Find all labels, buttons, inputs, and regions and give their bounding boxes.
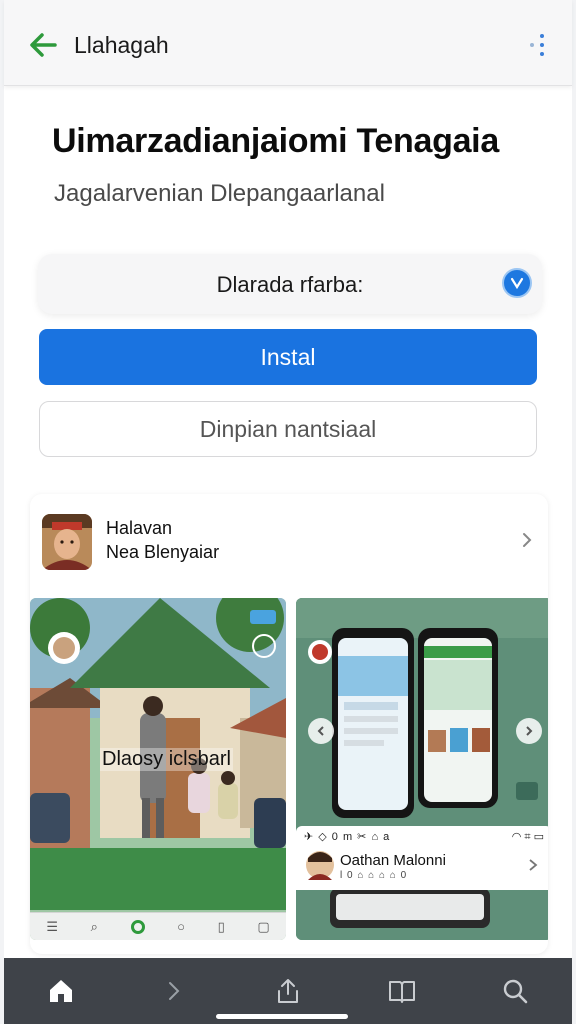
search-icon: ⌕ <box>90 918 98 934</box>
screenshot-caption: Dlaosy iclsbarl <box>100 748 233 771</box>
screenshot-2[interactable]: ✈ ◇ 0 m ✂ ⌂ a ◠ ⌗ ▭ Oathan Malonni l 0 ⌂… <box>296 598 548 940</box>
screenshot-1[interactable]: Dlaosy iclsbarl ☰ ⌕ ○ ▯ ▢ <box>30 598 286 940</box>
inner-status-icons: ◠ ⌗ ▭ <box>511 831 544 843</box>
chevron-right-icon <box>523 533 532 547</box>
option-selector[interactable]: Dlarada rfarba: <box>38 254 542 314</box>
nav-library[interactable] <box>378 967 426 1015</box>
inner-profile-card[interactable]: ✈ ◇ 0 m ✂ ⌂ a ◠ ⌗ ▭ Oathan Malonni l 0 ⌂… <box>296 826 548 890</box>
book-icon <box>388 981 415 1003</box>
previous-arrow[interactable] <box>308 718 334 744</box>
chevron-right-icon <box>526 726 533 736</box>
developer-card: Halavan Nea Blenyaiar Dlaosy iclsbarl ☰ … <box>30 494 548 954</box>
inner-profile-sub: l 0 ⌂ ⌂ ⌂ ⌂ 0 <box>340 870 408 881</box>
home-indicator[interactable] <box>216 1014 348 1019</box>
check-circle-icon <box>502 268 532 298</box>
author-name: Halavan <box>106 518 173 538</box>
author-row[interactable]: Halavan Nea Blenyaiar <box>30 494 548 590</box>
search-icon <box>503 979 528 1004</box>
nav-search[interactable] <box>491 967 539 1015</box>
inner-status-bar: ✈ ◇ 0 m ✂ ⌂ a <box>304 831 391 843</box>
avatar <box>306 851 334 880</box>
secondary-button[interactable]: Dinpian nantsiaal <box>39 401 537 457</box>
menu-icon: ☰ <box>46 918 58 934</box>
app-bar-title: Llahagah <box>74 32 169 58</box>
app-bar: Llahagah <box>4 0 572 86</box>
option-selector-label: Dlarada rfarba: <box>216 272 364 297</box>
nav-home[interactable] <box>37 967 85 1015</box>
more-options-button[interactable] <box>526 28 550 62</box>
page-title: Uimarzadianjaiomi Tenagaia <box>52 122 499 160</box>
avatar <box>42 514 92 570</box>
record-icon <box>130 919 145 934</box>
chevron-right-icon <box>169 982 180 1000</box>
author-subtitle: Nea Blenyaiar <box>106 542 220 562</box>
arrow-left-icon <box>30 33 57 57</box>
square-icon: ▢ <box>257 918 270 934</box>
screenshot-toolbar: ☰ ⌕ ○ ▯ ▢ <box>30 912 286 940</box>
inner-profile-name: Oathan Malonni <box>340 852 446 869</box>
nav-share[interactable] <box>264 967 312 1015</box>
page-subtitle: Jagalarvenian Dlepangaarlanal <box>54 180 385 207</box>
chevron-left-icon <box>317 726 324 736</box>
nav-forward[interactable] <box>150 967 198 1015</box>
back-button[interactable] <box>26 28 60 62</box>
app-frame: Llahagah Uimarzadianjaiomi Tenagaia Jaga… <box>4 0 572 1024</box>
home-icon <box>49 980 72 1002</box>
share-icon <box>277 979 298 1003</box>
install-button[interactable]: Instal <box>39 329 537 385</box>
circle-icon: ○ <box>177 919 185 934</box>
panel-icon: ▯ <box>217 918 225 934</box>
chevron-right-icon <box>529 859 538 871</box>
next-arrow[interactable] <box>516 718 542 744</box>
